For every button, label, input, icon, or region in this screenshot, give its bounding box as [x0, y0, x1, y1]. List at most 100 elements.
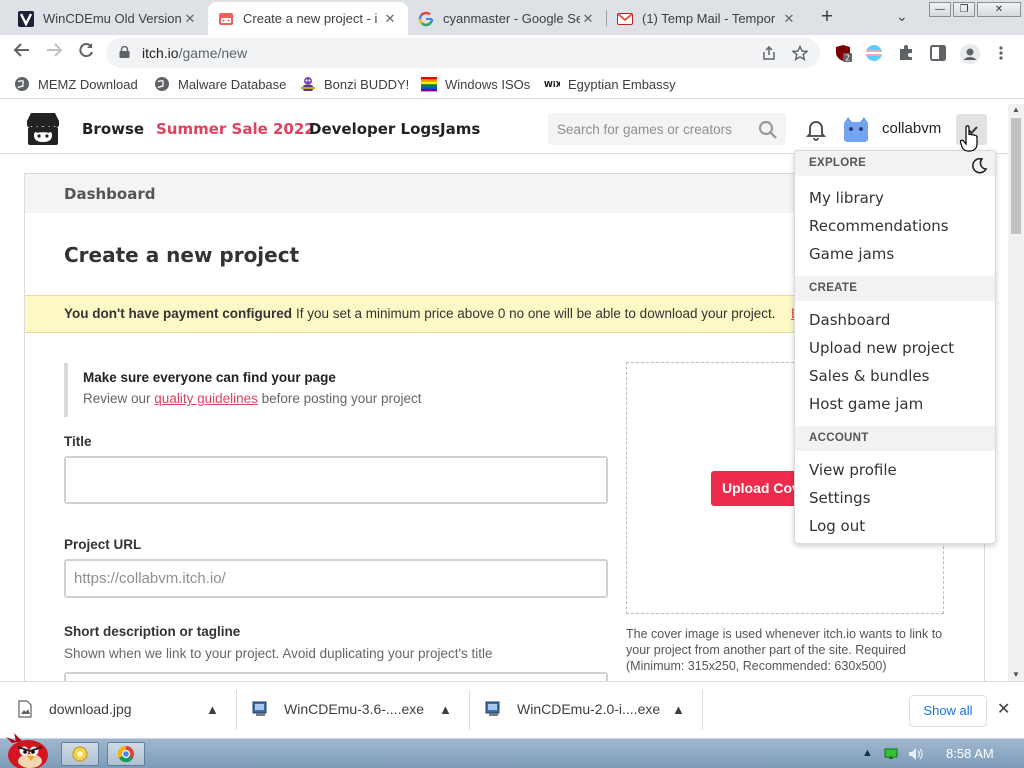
nav-browse[interactable]: Browse	[82, 120, 144, 138]
back-button[interactable]	[10, 41, 34, 65]
close-tab-icon[interactable]: ✕	[182, 11, 198, 27]
pride-extension-icon[interactable]	[865, 44, 883, 62]
scroll-down-icon[interactable]: ▼	[1008, 669, 1024, 681]
chevron-up-icon[interactable]: ▲	[672, 702, 685, 717]
arrow-right-icon	[47, 43, 63, 57]
download-divider	[702, 690, 703, 730]
download-item[interactable]: download.jpg	[17, 700, 132, 718]
google-icon	[418, 11, 434, 27]
close-window-button[interactable]: ✕	[977, 2, 1021, 17]
tab-google[interactable]: cyanmaster - Google Se ✕	[408, 2, 606, 35]
menu-settings[interactable]: Settings	[809, 489, 871, 507]
v-logo-icon	[18, 10, 34, 27]
itch-icon	[218, 11, 234, 27]
site-search-box	[548, 113, 786, 145]
ublock-extension-icon[interactable]: 2	[834, 44, 852, 63]
menu-log-out[interactable]: Log out	[809, 517, 865, 535]
bookmark-label: Windows ISOs	[445, 76, 531, 92]
windows-flag-icon	[421, 77, 437, 92]
download-shelf: download.jpg ▲ WinCDEmu-3.6-....exe ▲ Wi…	[0, 681, 1024, 738]
nav-summer-sale[interactable]: Summer Sale 2022	[156, 120, 315, 138]
page-scrollbar[interactable]: ▲ ▼	[1008, 104, 1024, 681]
minimize-button[interactable]: —	[929, 2, 951, 17]
menu-dashboard[interactable]: Dashboard	[809, 311, 890, 329]
restore-button[interactable]: ❐	[953, 2, 975, 17]
dark-mode-moon-icon[interactable]	[971, 157, 988, 174]
globe-icon	[155, 77, 169, 91]
menu-upload-new-project[interactable]: Upload new project	[809, 339, 954, 357]
nav-developer-logs[interactable]: Developer Logs	[309, 120, 440, 138]
menu-view-profile[interactable]: View profile	[809, 461, 897, 479]
search-icon[interactable]	[758, 120, 778, 140]
side-panel-icon[interactable]	[929, 44, 947, 62]
tab-search-button[interactable]: ⌄	[896, 8, 908, 25]
browser-tab-strip: WinCDEmu Old Version ✕ Create a new proj…	[0, 0, 1024, 35]
avatar[interactable]	[841, 115, 871, 143]
tab-wincdemu[interactable]: WinCDEmu Old Version ✕	[8, 2, 208, 35]
scrollbar-thumb[interactable]	[1011, 118, 1021, 234]
profile-icon[interactable]	[960, 44, 980, 64]
chevron-up-icon[interactable]: ▲	[439, 702, 452, 717]
hand-cursor-icon	[960, 125, 978, 152]
menu-my-library[interactable]: My library	[809, 189, 884, 207]
download-item[interactable]: WinCDEmu-3.6-....exe	[252, 700, 424, 718]
bookmark-malware-database[interactable]: Malware Database	[154, 76, 286, 92]
menu-recommendations[interactable]: Recommendations	[809, 217, 949, 235]
close-tab-icon[interactable]: ✕	[781, 11, 797, 27]
exe-file-icon	[485, 701, 500, 716]
project-url-input[interactable]	[64, 559, 608, 598]
notice-text: Review our quality guidelines before pos…	[83, 391, 422, 406]
quality-notice: Make sure everyone can find your page Re…	[64, 363, 609, 417]
close-shelf-icon[interactable]: ✕	[997, 699, 1010, 719]
show-all-downloads-button[interactable]: Show all	[909, 695, 987, 727]
forward-button[interactable]	[42, 41, 66, 65]
chrome-menu-icon[interactable]	[996, 44, 1006, 62]
taskbar-explorer-button[interactable]	[61, 742, 99, 766]
taskbar-clock[interactable]: 8:58 AM	[946, 746, 994, 761]
itch-logo-icon[interactable]	[24, 111, 62, 147]
image-file-icon	[18, 700, 32, 718]
chevron-up-icon[interactable]: ▲	[206, 702, 219, 717]
tab-title: Create a new project - i	[243, 11, 378, 26]
bookmark-windows-isos[interactable]: Windows ISOs	[421, 76, 530, 92]
wix-icon: WiX	[544, 80, 560, 89]
angry-bird-start-icon[interactable]	[2, 731, 52, 768]
taskbar-chrome-button[interactable]	[107, 742, 145, 766]
show-hidden-icons-icon[interactable]: ▲	[862, 747, 873, 759]
tagline-label: Short description or tagline	[64, 624, 241, 639]
tab-temp-mail[interactable]: (1) Temp Mail - Tempor ✕	[607, 2, 807, 35]
menu-game-jams[interactable]: Game jams	[809, 245, 894, 263]
tagline-help: Shown when we link to your project. Avoi…	[64, 646, 493, 661]
bookmark-star-icon[interactable]	[791, 44, 809, 65]
bookmark-egyptian-embassy[interactable]: WiX Egyptian Embassy	[544, 76, 676, 92]
bookmark-label: Malware Database	[178, 76, 287, 92]
svg-text:WiX: WiX	[544, 80, 560, 89]
tagline-input[interactable]	[64, 672, 608, 681]
close-tab-icon[interactable]: ✕	[580, 11, 596, 27]
scroll-up-icon[interactable]: ▲	[1008, 104, 1024, 116]
site-header: Browse Summer Sale 2022 Developer Logs J…	[0, 104, 1008, 154]
username[interactable]: collabvm	[882, 120, 941, 137]
bookmark-bonzi-buddy[interactable]: Bonzi BUDDY!	[300, 76, 409, 92]
menu-sales-bundles[interactable]: Sales & bundles	[809, 367, 929, 385]
notification-bell-icon[interactable]	[806, 119, 826, 141]
reload-button[interactable]	[74, 41, 98, 65]
puzzle-extensions-icon[interactable]	[897, 44, 915, 62]
download-item[interactable]: WinCDEmu-2.0-i....exe	[485, 700, 660, 718]
globe-icon	[15, 77, 29, 91]
network-icon[interactable]	[884, 748, 898, 760]
user-dropdown-menu: EXPLORE My library Recommendations Game …	[794, 150, 996, 544]
address-bar[interactable]: itch.io/game/new	[106, 38, 820, 68]
volume-icon[interactable]	[908, 747, 924, 761]
close-tab-icon[interactable]: ✕	[382, 11, 398, 27]
bookmark-memz[interactable]: MEMZ Download	[14, 76, 138, 92]
new-tab-button[interactable]: +	[816, 6, 838, 28]
site-search-input[interactable]	[548, 113, 754, 145]
nav-jams[interactable]: Jams	[440, 120, 480, 138]
share-icon[interactable]	[761, 45, 777, 65]
tab-create-project[interactable]: Create a new project - i ✕	[208, 2, 408, 35]
breadcrumb-dashboard[interactable]: Dashboard	[64, 185, 155, 203]
menu-host-game-jam[interactable]: Host game jam	[809, 395, 923, 413]
quality-guidelines-link[interactable]: quality guidelines	[154, 391, 258, 406]
title-input[interactable]	[64, 456, 608, 504]
